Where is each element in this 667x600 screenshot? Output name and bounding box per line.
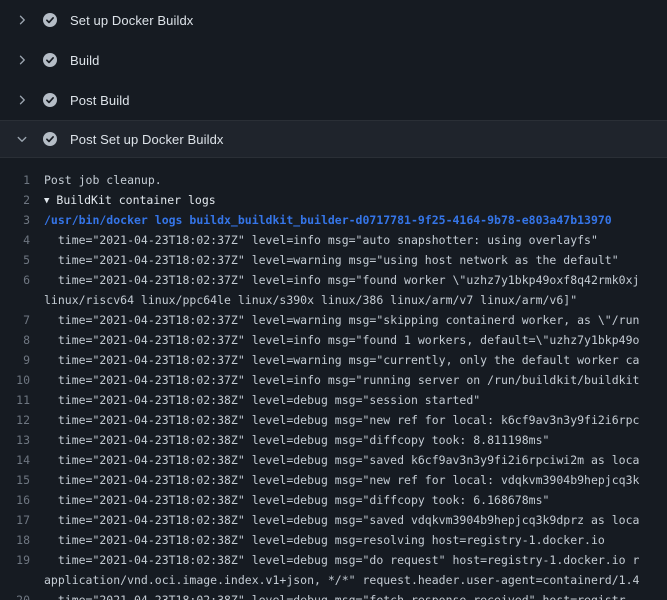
log-line: 9 time="2021-04-23T18:02:37Z" level=warn… [0, 350, 667, 370]
log-text: time="2021-04-23T18:02:38Z" level=debug … [44, 430, 667, 450]
log-line: 19 time="2021-04-23T18:02:38Z" level=deb… [0, 550, 667, 570]
log-line: 11 time="2021-04-23T18:02:38Z" level=deb… [0, 390, 667, 410]
log-line: 10 time="2021-04-23T18:02:37Z" level=inf… [0, 370, 667, 390]
log-text[interactable]: ▼ BuildKit container logs [44, 190, 667, 210]
log-text: time="2021-04-23T18:02:37Z" level=info m… [44, 370, 667, 390]
log-text: time="2021-04-23T18:02:38Z" level=debug … [44, 510, 667, 530]
line-number[interactable]: 17 [0, 510, 44, 530]
log-line: 1Post job cleanup. [0, 170, 667, 190]
log-text: time="2021-04-23T18:02:38Z" level=debug … [44, 490, 667, 510]
log-lines: 1Post job cleanup.2▼ BuildKit container l… [0, 158, 667, 600]
log-line-continuation: application/vnd.oci.image.index.v1+json,… [0, 570, 667, 590]
line-number[interactable]: 18 [0, 530, 44, 550]
line-number[interactable]: 3 [0, 210, 44, 230]
line-number [0, 570, 44, 590]
line-number[interactable]: 10 [0, 370, 44, 390]
check-circle-icon [42, 131, 58, 147]
log-line: 16 time="2021-04-23T18:02:38Z" level=deb… [0, 490, 667, 510]
line-number[interactable]: 12 [0, 410, 44, 430]
check-circle-icon [42, 12, 58, 28]
chevron-right-icon [16, 94, 32, 106]
line-number[interactable]: 16 [0, 490, 44, 510]
section-label: Post Build [70, 93, 130, 108]
log-line: 3/usr/bin/docker logs buildx_buildkit_bu… [0, 210, 667, 230]
log-line: 7 time="2021-04-23T18:02:37Z" level=warn… [0, 310, 667, 330]
log-text: linux/riscv64 linux/ppc64le linux/s390x … [44, 290, 667, 310]
step-sections: Set up Docker Buildx Build Post Build Po… [0, 0, 667, 158]
log-text: time="2021-04-23T18:02:38Z" level=debug … [44, 450, 667, 470]
section-label: Post Set up Docker Buildx [70, 132, 224, 147]
line-number[interactable]: 13 [0, 430, 44, 450]
line-number[interactable]: 6 [0, 270, 44, 290]
section-header-build[interactable]: Build [0, 40, 667, 80]
chevron-right-icon [16, 54, 32, 66]
line-number[interactable]: 5 [0, 250, 44, 270]
log-text: time="2021-04-23T18:02:37Z" level=info m… [44, 230, 667, 250]
group-label[interactable]: BuildKit container logs [56, 193, 215, 207]
log-text: time="2021-04-23T18:02:38Z" level=debug … [44, 470, 667, 490]
log-line: 5 time="2021-04-23T18:02:37Z" level=warn… [0, 250, 667, 270]
log-line: 14 time="2021-04-23T18:02:38Z" level=deb… [0, 450, 667, 470]
log-text: Post job cleanup. [44, 170, 667, 190]
chevron-right-icon [16, 14, 32, 26]
log-line: 18 time="2021-04-23T18:02:38Z" level=deb… [0, 530, 667, 550]
section-header-set-up-docker-buildx[interactable]: Set up Docker Buildx [0, 0, 667, 40]
log-text: time="2021-04-23T18:02:38Z" level=debug … [44, 590, 667, 600]
section-header-post-build[interactable]: Post Build [0, 80, 667, 120]
log-line: 17 time="2021-04-23T18:02:38Z" level=deb… [0, 510, 667, 530]
log-text: time="2021-04-23T18:02:38Z" level=debug … [44, 530, 667, 550]
line-number[interactable]: 11 [0, 390, 44, 410]
line-number[interactable]: 20 [0, 590, 44, 600]
log-line-continuation: linux/riscv64 linux/ppc64le linux/s390x … [0, 290, 667, 310]
log-line: 12 time="2021-04-23T18:02:38Z" level=deb… [0, 410, 667, 430]
check-circle-icon [42, 52, 58, 68]
log-line: 15 time="2021-04-23T18:02:38Z" level=deb… [0, 470, 667, 490]
log-text: time="2021-04-23T18:02:38Z" level=debug … [44, 550, 667, 570]
log-text: time="2021-04-23T18:02:38Z" level=debug … [44, 410, 667, 430]
section-label: Build [70, 53, 99, 68]
log-text: time="2021-04-23T18:02:37Z" level=info m… [44, 270, 667, 290]
line-number[interactable]: 8 [0, 330, 44, 350]
log-text: time="2021-04-23T18:02:37Z" level=warnin… [44, 250, 667, 270]
log-text: time="2021-04-23T18:02:37Z" level=warnin… [44, 310, 667, 330]
log-line: 6 time="2021-04-23T18:02:37Z" level=info… [0, 270, 667, 290]
log-line: 2▼ BuildKit container logs [0, 190, 667, 210]
line-number[interactable]: 4 [0, 230, 44, 250]
line-number[interactable]: 2 [0, 190, 44, 210]
line-number[interactable]: 9 [0, 350, 44, 370]
chevron-down-icon [16, 133, 32, 145]
log-text: time="2021-04-23T18:02:37Z" level=info m… [44, 330, 667, 350]
workflow-log-viewer: Set up Docker Buildx Build Post Build Po… [0, 0, 667, 600]
line-number[interactable]: 1 [0, 170, 44, 190]
log-line: 20 time="2021-04-23T18:02:38Z" level=deb… [0, 590, 667, 600]
triangle-down-icon[interactable]: ▼ [44, 191, 49, 210]
log-text: time="2021-04-23T18:02:37Z" level=warnin… [44, 350, 667, 370]
check-circle-icon [42, 92, 58, 108]
log-text: time="2021-04-23T18:02:38Z" level=debug … [44, 390, 667, 410]
log-line: 4 time="2021-04-23T18:02:37Z" level=info… [0, 230, 667, 250]
log-text: /usr/bin/docker logs buildx_buildkit_bui… [44, 210, 667, 230]
log-line: 13 time="2021-04-23T18:02:38Z" level=deb… [0, 430, 667, 450]
line-number[interactable]: 7 [0, 310, 44, 330]
line-number[interactable]: 14 [0, 450, 44, 470]
line-number[interactable]: 15 [0, 470, 44, 490]
log-line: 8 time="2021-04-23T18:02:37Z" level=info… [0, 330, 667, 350]
section-label: Set up Docker Buildx [70, 13, 193, 28]
line-number [0, 290, 44, 310]
section-header-post-set-up-docker-buildx[interactable]: Post Set up Docker Buildx [0, 120, 667, 158]
log-text: application/vnd.oci.image.index.v1+json,… [44, 570, 667, 590]
line-number[interactable]: 19 [0, 550, 44, 570]
